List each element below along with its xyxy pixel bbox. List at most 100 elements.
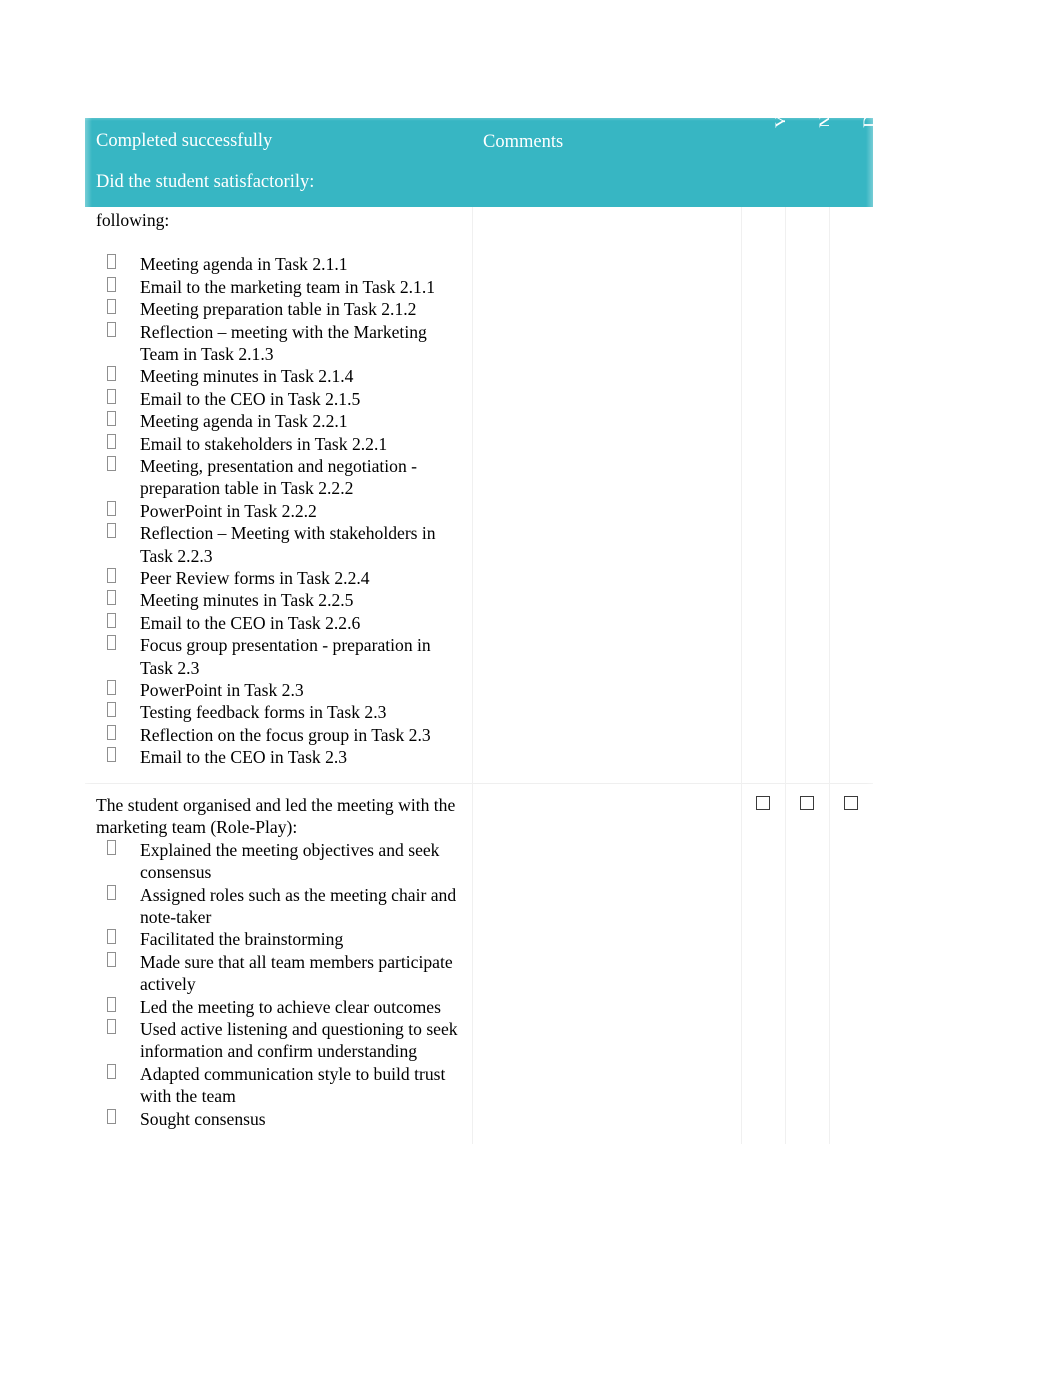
list-item: Email to the marketing team in Task 2.1.… — [96, 276, 460, 298]
list-item: Testing feedback forms in Task 2.3 — [96, 701, 460, 723]
y-cell[interactable] — [741, 782, 786, 1144]
header-did-the-student: Did the student satisfactorily: — [96, 172, 315, 193]
list-item-label: Testing feedback forms in Task 2.3 — [140, 702, 387, 723]
header-label-dns: DNS — [861, 90, 881, 128]
checkbox-bullet-icon — [107, 388, 116, 404]
list-item-label: Meeting minutes in Task 2.2.5 — [140, 590, 354, 611]
checkbox-bullet-icon — [107, 500, 116, 516]
list-item-label: Reflection on the focus group in Task 2.… — [140, 724, 431, 745]
checkbox-y[interactable] — [756, 795, 770, 810]
list-item-label: Used active listening and questioning to… — [140, 1018, 458, 1062]
y-cell[interactable] — [741, 206, 786, 784]
list-item-label: Email to stakeholders in Task 2.2.1 — [140, 433, 388, 454]
list-item: Email to the CEO in Task 2.3 — [96, 746, 460, 768]
header-cell-criteria: Completed successfully Did the student s… — [85, 118, 472, 207]
checkbox-bullet-icon — [107, 612, 116, 628]
list-item-label: Meeting, presentation and negotiation - … — [140, 456, 418, 499]
checkbox-bullet-icon — [107, 929, 116, 945]
criteria-item-list: Explained the meeting objectives and see… — [96, 839, 460, 1130]
checkbox-bullet-icon — [107, 433, 116, 449]
list-item-label: Led the meeting to achieve clear outcome… — [140, 996, 441, 1017]
dns-cell[interactable] — [829, 782, 873, 1144]
checkbox-bullet-icon — [107, 747, 116, 763]
list-item: Reflection on the focus group in Task 2.… — [96, 724, 460, 746]
comments-cell[interactable] — [472, 782, 742, 1144]
checkbox-bullet-icon — [107, 411, 116, 427]
checkbox-bullet-icon — [107, 366, 116, 382]
criteria-lead-text: The student organised and led the meetin… — [96, 794, 456, 838]
list-item: Sought consensus — [96, 1108, 460, 1130]
list-item: Peer Review forms in Task 2.2.4 — [96, 567, 460, 589]
list-item: Explained the meeting objectives and see… — [96, 839, 460, 884]
header-spacer — [96, 151, 472, 173]
checkbox-bullet-icon — [107, 321, 116, 337]
list-item: Adapted communication style to build tru… — [96, 1063, 460, 1108]
list-item-label: Reflection – meeting with the Marketing … — [140, 321, 427, 364]
header-row: Completed successfully Did the student s… — [85, 91, 881, 207]
document-page: Completed successfully Did the student s… — [0, 0, 1062, 1377]
criteria-cell: following: Meeting agenda in Task 2.1.1 … — [85, 206, 473, 784]
list-item-label: Facilitated the brainstorming — [140, 929, 344, 950]
list-item-label: Made sure that all team members particip… — [140, 951, 453, 995]
checkbox-n[interactable] — [800, 795, 814, 810]
header-cell-y: Y — [741, 115, 793, 207]
checkbox-bullet-icon — [107, 996, 116, 1012]
checkbox-bullet-icon — [107, 523, 116, 539]
list-item: Reflection – meeting with the Marketing … — [96, 321, 460, 366]
list-item: Made sure that all team members particip… — [96, 951, 460, 996]
list-item-label: Email to the CEO in Task 2.3 — [140, 747, 348, 768]
list-item-label: Focus group presentation - preparation i… — [140, 635, 431, 678]
checkbox-bullet-icon — [107, 680, 116, 696]
checkbox-bullet-icon — [107, 568, 116, 584]
checkbox-bullet-icon — [107, 299, 116, 315]
list-item: Meeting, presentation and negotiation - … — [96, 455, 460, 500]
header-completed-successfully: Completed successfully — [96, 131, 273, 151]
list-item-label: Email to the marketing team in Task 2.1.… — [140, 276, 436, 297]
list-item: Email to the CEO in Task 2.1.5 — [96, 388, 460, 410]
list-item: Focus group presentation - preparation i… — [96, 634, 460, 679]
list-item: Reflection – Meeting with stakeholders i… — [96, 522, 460, 567]
checkbox-bullet-icon — [107, 951, 116, 967]
list-item-label: Assigned roles such as the meeting chair… — [140, 884, 457, 927]
table-row: following: Meeting agenda in Task 2.1.1 … — [85, 206, 873, 784]
list-item: Meeting agenda in Task 2.1.1 — [96, 253, 460, 275]
list-item: Email to the CEO in Task 2.2.6 — [96, 612, 460, 634]
list-item: Meeting preparation table in Task 2.1.2 — [96, 298, 460, 320]
list-item: Facilitated the brainstorming — [96, 928, 460, 950]
checkbox-bullet-icon — [107, 839, 116, 855]
checkbox-bullet-icon — [107, 884, 116, 900]
list-item: Led the meeting to achieve clear outcome… — [96, 996, 460, 1018]
list-item: Used active listening and questioning to… — [96, 1018, 460, 1063]
checkbox-bullet-icon — [107, 724, 116, 740]
checkbox-bullet-icon — [107, 254, 116, 270]
list-item-label: Meeting minutes in Task 2.1.4 — [140, 366, 354, 387]
checkbox-bullet-icon — [107, 590, 116, 606]
list-item: Meeting agenda in Task 2.2.1 — [96, 410, 460, 432]
checkbox-bullet-icon — [107, 1108, 116, 1124]
list-item-label: Peer Review forms in Task 2.2.4 — [140, 568, 370, 589]
list-item-label: Meeting preparation table in Task 2.1.2 — [140, 299, 417, 320]
header-cell-n: N — [785, 115, 837, 207]
list-item: Email to stakeholders in Task 2.2.1 — [96, 433, 460, 455]
list-item-label: Email to the CEO in Task 2.1.5 — [140, 388, 361, 409]
n-cell[interactable] — [785, 206, 830, 784]
list-item-label: Email to the CEO in Task 2.2.6 — [140, 612, 361, 633]
list-item: PowerPoint in Task 2.3 — [96, 679, 460, 701]
list-item: Assigned roles such as the meeting chair… — [96, 884, 460, 929]
list-item: Meeting minutes in Task 2.2.5 — [96, 589, 460, 611]
table-header: Completed successfully Did the student s… — [85, 91, 881, 207]
criteria-lead-text: following: — [96, 209, 170, 230]
list-item-label: PowerPoint in Task 2.2.2 — [140, 500, 317, 521]
list-item: PowerPoint in Task 2.2.2 — [96, 500, 460, 522]
n-cell[interactable] — [785, 782, 830, 1144]
header-cell-dns: DNS — [829, 91, 881, 207]
comments-cell[interactable] — [472, 206, 742, 784]
checkbox-bullet-icon — [107, 456, 116, 471]
checkbox-bullet-icon — [107, 702, 116, 718]
list-item-label: Sought consensus — [140, 1108, 266, 1129]
dns-cell[interactable] — [829, 206, 873, 784]
checkbox-bullet-icon — [107, 1063, 116, 1079]
table-row: The student organised and led the meetin… — [85, 782, 873, 1144]
checkbox-dns[interactable] — [844, 795, 859, 810]
